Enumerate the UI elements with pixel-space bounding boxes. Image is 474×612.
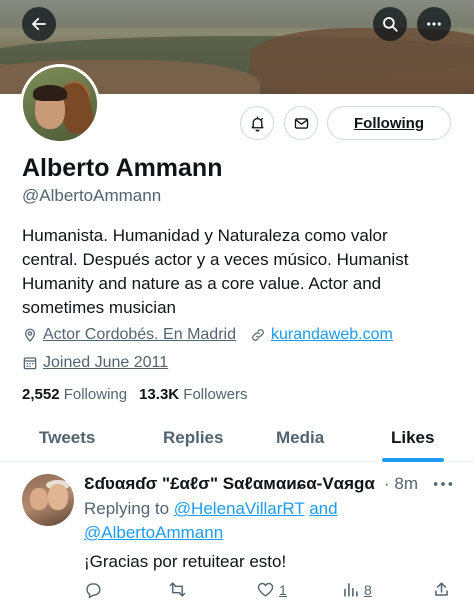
following-count-link[interactable]: 2,552 Following — [22, 386, 127, 403]
like-button[interactable]: 1 — [256, 580, 287, 599]
tab-likes[interactable]: Likes — [391, 428, 434, 448]
following-button[interactable]: Following — [327, 106, 451, 140]
profile-name: Alberto Ammann — [22, 154, 223, 182]
tweet-timestamp[interactable]: · 8m — [384, 474, 418, 494]
mention-joiner: and — [309, 499, 338, 518]
profile-website-link[interactable]: kurandaweb.com — [271, 326, 393, 344]
more-button[interactable] — [417, 7, 451, 41]
heart-icon — [257, 582, 274, 597]
search-button[interactable] — [373, 7, 407, 41]
tweet-more-icon[interactable] — [432, 474, 454, 494]
analytics-icon — [344, 583, 358, 597]
reply-button[interactable] — [84, 580, 107, 599]
tweet-author-avatar[interactable] — [22, 474, 74, 526]
following-count: 2,552 — [22, 386, 60, 403]
replying-to-line-2: @AlbertoAmmann — [84, 523, 223, 543]
bell-icon — [251, 116, 263, 132]
avatar-face-right — [48, 484, 68, 510]
view-count: 8 — [364, 581, 372, 598]
replying-to-line: Replying to @HelenaVillarRT and — [84, 499, 338, 519]
message-button[interactable] — [284, 106, 318, 140]
share-button[interactable] — [432, 580, 455, 599]
views-button[interactable]: 8 — [341, 580, 372, 599]
notifications-button[interactable] — [240, 106, 274, 140]
retweet-button[interactable] — [168, 580, 191, 599]
avatar-hair — [33, 85, 67, 101]
profile-tabs: Tweets Replies Media Likes — [0, 418, 474, 462]
mail-icon — [294, 117, 308, 129]
tab-media[interactable]: Media — [276, 428, 324, 448]
reply-icon — [86, 583, 101, 599]
profile-joined: Joined June 2011 — [43, 354, 169, 371]
profile-joined-row: Joined June 2011 — [22, 354, 168, 372]
profile-handle: @AlbertoAmmann — [22, 186, 162, 205]
tweet-text: ¡Gracias por retuitear esto! — [84, 552, 287, 571]
follow-counts: 2,552 Following 13.3K Followers — [22, 386, 247, 403]
retweet-icon — [169, 582, 186, 597]
profile-location[interactable]: Actor Cordobés. En Madrid — [43, 326, 236, 344]
tab-tweets[interactable]: Tweets — [39, 428, 95, 448]
followers-label: Followers — [183, 386, 248, 403]
tweet-actions: 1 8 — [84, 580, 454, 602]
followers-count-link[interactable]: 13.3K Followers — [139, 386, 247, 403]
following-label: Following — [63, 386, 128, 403]
tab-replies[interactable]: Replies — [163, 428, 223, 448]
avatar-face-left — [30, 488, 48, 510]
mention-alberto[interactable]: @AlbertoAmmann — [84, 523, 223, 542]
mention-helena[interactable]: @HelenaVillarRT — [174, 499, 305, 518]
followers-count: 13.3K — [139, 386, 180, 403]
tweet[interactable]: Ɛɗʋαяɗσ "£αℓσ" Sαℓαмαиɕα-Vαяgα · 8m Repl… — [0, 462, 474, 612]
search-icon — [383, 17, 398, 32]
location-icon — [25, 328, 35, 342]
replying-to-prefix: Replying to — [84, 499, 170, 518]
profile-bio: Humanista. Humanidad y Naturaleza como v… — [22, 226, 409, 317]
profile-avatar[interactable] — [20, 64, 100, 144]
back-arrow-icon — [32, 17, 46, 31]
profile-meta-row: Actor Cordobés. En Madrid kurandaweb.com — [22, 326, 393, 344]
back-button[interactable] — [22, 7, 56, 41]
tweet-author-name[interactable]: Ɛɗʋαяɗσ "£αℓσ" Sαℓαмαиɕα-Vαяgα — [84, 474, 375, 494]
calendar-icon — [23, 357, 37, 370]
link-icon — [252, 329, 264, 341]
more-icon — [427, 22, 441, 26]
share-icon — [435, 582, 448, 596]
like-count: 1 — [279, 581, 287, 598]
